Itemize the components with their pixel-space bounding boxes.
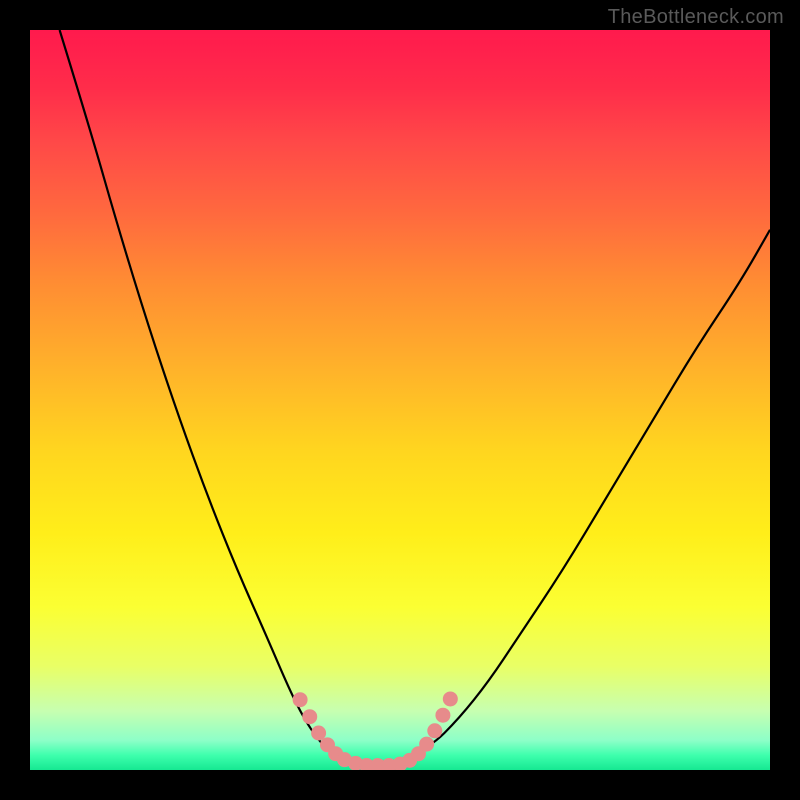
- left-curve: [60, 30, 349, 763]
- highlight-dot: [302, 709, 317, 724]
- highlight-dot: [311, 726, 326, 741]
- curve-layer: [30, 30, 770, 770]
- highlight-dot: [419, 737, 434, 752]
- highlight-dot: [293, 692, 308, 707]
- highlight-dots: [293, 691, 458, 770]
- plot-area: [30, 30, 770, 770]
- watermark-text: TheBottleneck.com: [608, 6, 784, 29]
- highlight-dot: [443, 691, 458, 706]
- highlight-dot: [435, 708, 450, 723]
- chart-frame: TheBottleneck.com: [0, 0, 800, 800]
- right-curve: [400, 230, 770, 763]
- highlight-dot: [427, 723, 442, 738]
